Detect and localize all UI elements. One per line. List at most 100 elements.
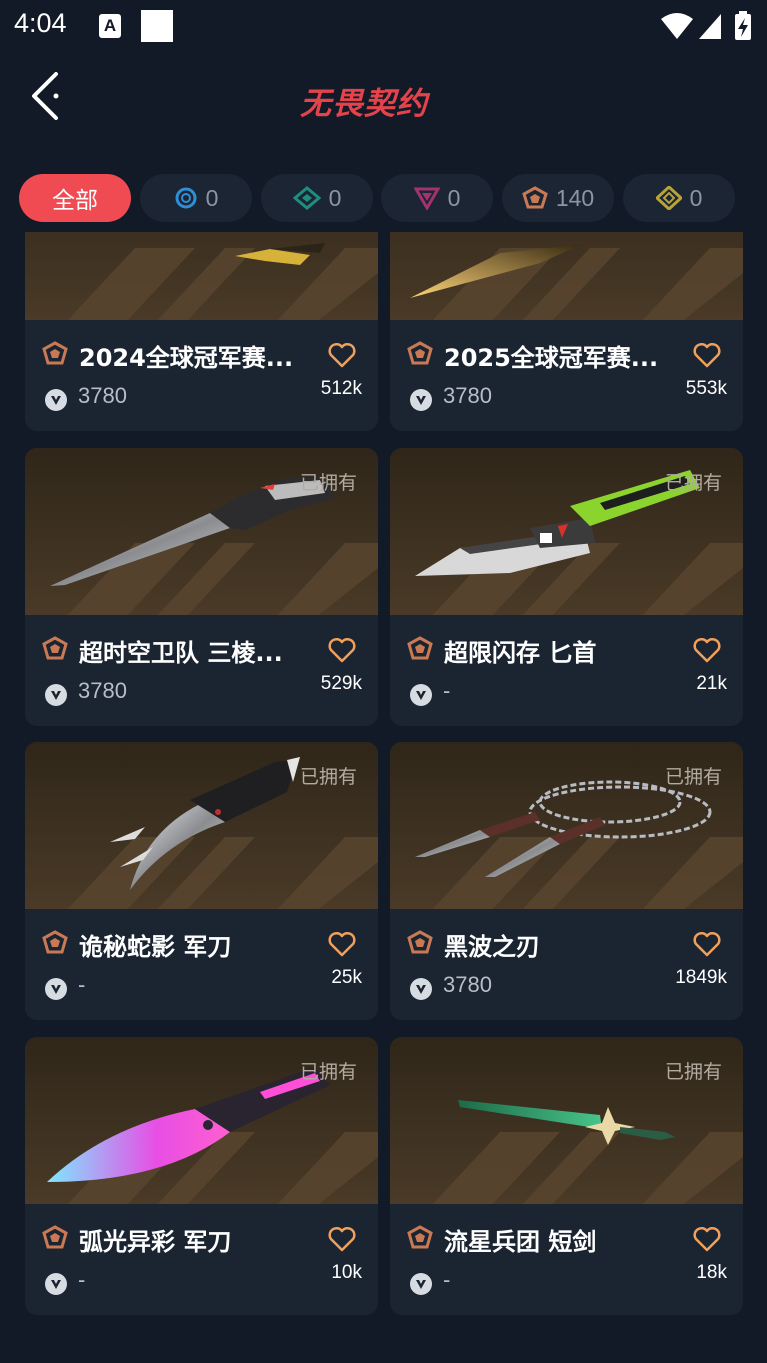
valorant-points-icon	[410, 978, 432, 1000]
heart-icon[interactable]	[328, 931, 356, 957]
skin-name: 黑波之刃	[444, 933, 540, 961]
skin-price: 3780	[443, 972, 492, 997]
skin-image-karambit: 已拥有	[25, 742, 378, 909]
skin-info: 弧光异彩 军刀 - 10k	[25, 1204, 378, 1315]
skin-likes: 25k	[331, 967, 362, 988]
skin-price: -	[443, 1267, 451, 1292]
skin-info: 2025全球冠军赛... 3780 553k	[390, 320, 743, 431]
filter-chip-select[interactable]: 0	[140, 174, 252, 222]
skin-image-neon-knife: 已拥有	[25, 1037, 378, 1204]
skin-image-champ-2024	[25, 232, 378, 320]
tier-ultra-icon	[655, 186, 682, 210]
filter-chip-ultra[interactable]: 0	[623, 174, 735, 222]
skin-price: 3780	[443, 383, 492, 408]
valorant-points-icon	[410, 389, 432, 411]
page-title-logo: 无畏契约	[300, 86, 428, 122]
skin-likes: 529k	[320, 673, 362, 694]
filter-chip-exclusive[interactable]: 140	[502, 174, 614, 222]
skin-likes: 512k	[320, 378, 362, 399]
skin-info: 诡秘蛇影 军刀 - 25k	[25, 909, 378, 1020]
skin-name: 弧光异彩 军刀	[79, 1228, 232, 1256]
valorant-points-icon	[45, 978, 67, 1000]
skin-image-green-knife: 已拥有	[390, 448, 743, 615]
battery-icon	[735, 11, 751, 40]
tier-filter-bar: 全部 0 0 0 140 0	[0, 172, 767, 224]
skin-card[interactable]: 2025全球冠军赛... 3780 553k	[390, 232, 743, 431]
skin-price: 3780	[78, 383, 127, 408]
owned-label: 已拥有	[664, 472, 722, 494]
skin-price: 3780	[78, 678, 127, 703]
filter-premium-count: 0	[447, 184, 461, 211]
tier-exclusive-icon	[407, 341, 433, 365]
skin-card[interactable]: 已拥有 弧光异彩 军刀 - 10k	[25, 1037, 378, 1315]
filter-chip-deluxe[interactable]: 0	[261, 174, 373, 222]
skin-price: -	[78, 972, 86, 997]
filter-exclusive-count: 140	[555, 184, 595, 211]
skin-card[interactable]: 2024全球冠军赛... 3780 512k	[25, 232, 378, 431]
filter-select-count: 0	[205, 184, 219, 211]
wifi-icon	[661, 13, 693, 39]
skin-likes: 21k	[696, 673, 727, 694]
notification-square-icon	[141, 10, 173, 42]
notification-letter: A	[103, 16, 117, 35]
skin-info: 流星兵团 短剑 - 18k	[390, 1204, 743, 1315]
skin-image-jade-sword: 已拥有	[390, 1037, 743, 1204]
skin-likes: 553k	[685, 378, 727, 399]
skin-info: 超时空卫队 三棱... 3780 529k	[25, 615, 378, 726]
skin-card[interactable]: 已拥有 诡秘蛇影 军刀 - 25k	[25, 742, 378, 1020]
tier-select-icon	[175, 187, 197, 209]
skin-card[interactable]: 已拥有 超时空卫队 三棱... 3780 529k	[25, 448, 378, 726]
skin-card[interactable]: 已拥有 超限闪存 匕首 - 21k	[390, 448, 743, 726]
filter-chip-all[interactable]: 全部	[19, 174, 131, 222]
heart-icon[interactable]	[693, 342, 721, 368]
tier-exclusive-icon	[407, 636, 433, 660]
tier-exclusive-icon	[42, 1225, 68, 1249]
status-bar: 4:04 A	[0, 0, 767, 52]
valorant-points-icon	[410, 1273, 432, 1295]
skin-grid: 2024全球冠军赛... 3780 512k 2025全球冠军赛... 3780…	[0, 232, 767, 1363]
owned-label: 已拥有	[299, 1061, 357, 1083]
heart-icon[interactable]	[328, 637, 356, 663]
heart-icon[interactable]	[328, 1226, 356, 1252]
status-icons	[659, 10, 755, 46]
skin-name: 流星兵团 短剑	[444, 1228, 597, 1256]
skin-image-chain-kunai: 已拥有	[390, 742, 743, 909]
skin-name: 诡秘蛇影 军刀	[79, 933, 232, 961]
filter-chip-premium[interactable]: 0	[381, 174, 493, 222]
skin-name: 超限闪存 匕首	[444, 639, 597, 667]
tier-exclusive-icon	[42, 636, 68, 660]
owned-label: 已拥有	[299, 472, 357, 494]
signal-icon	[699, 14, 721, 39]
status-time: 4:04	[14, 8, 67, 38]
chevron-left-icon	[32, 72, 59, 120]
skin-card[interactable]: 已拥有 流星兵团 短剑 - 18k	[390, 1037, 743, 1315]
skin-info: 超限闪存 匕首 - 21k	[390, 615, 743, 726]
skin-price: -	[78, 1267, 86, 1292]
heart-icon[interactable]	[693, 637, 721, 663]
skin-likes: 10k	[331, 1262, 362, 1283]
filter-all-label: 全部	[52, 187, 98, 213]
back-button[interactable]	[22, 70, 70, 122]
tier-exclusive-icon	[407, 1225, 433, 1249]
tier-exclusive-icon	[407, 930, 433, 954]
valorant-points-icon	[45, 389, 67, 411]
valorant-points-icon	[45, 684, 67, 706]
valorant-points-icon	[410, 684, 432, 706]
skin-price: -	[443, 678, 451, 703]
valorant-points-icon	[45, 1273, 67, 1295]
skin-card[interactable]: 已拥有 黑波之刃 3780 1849k	[390, 742, 743, 1020]
heart-icon[interactable]	[693, 931, 721, 957]
tier-deluxe-icon	[292, 186, 321, 210]
skin-name: 2025全球冠军赛...	[444, 344, 659, 372]
filter-ultra-count: 0	[689, 184, 703, 211]
notification-a-icon: A	[99, 14, 121, 38]
owned-label: 已拥有	[299, 766, 357, 788]
skin-info: 黑波之刃 3780 1849k	[390, 909, 743, 1020]
heart-icon[interactable]	[693, 1226, 721, 1252]
tier-premium-icon	[413, 187, 440, 210]
tier-exclusive-icon	[42, 930, 68, 954]
tier-exclusive-icon	[522, 186, 548, 209]
heart-icon[interactable]	[328, 342, 356, 368]
skin-image-silver-knife: 已拥有	[25, 448, 378, 615]
owned-label: 已拥有	[664, 1061, 722, 1083]
